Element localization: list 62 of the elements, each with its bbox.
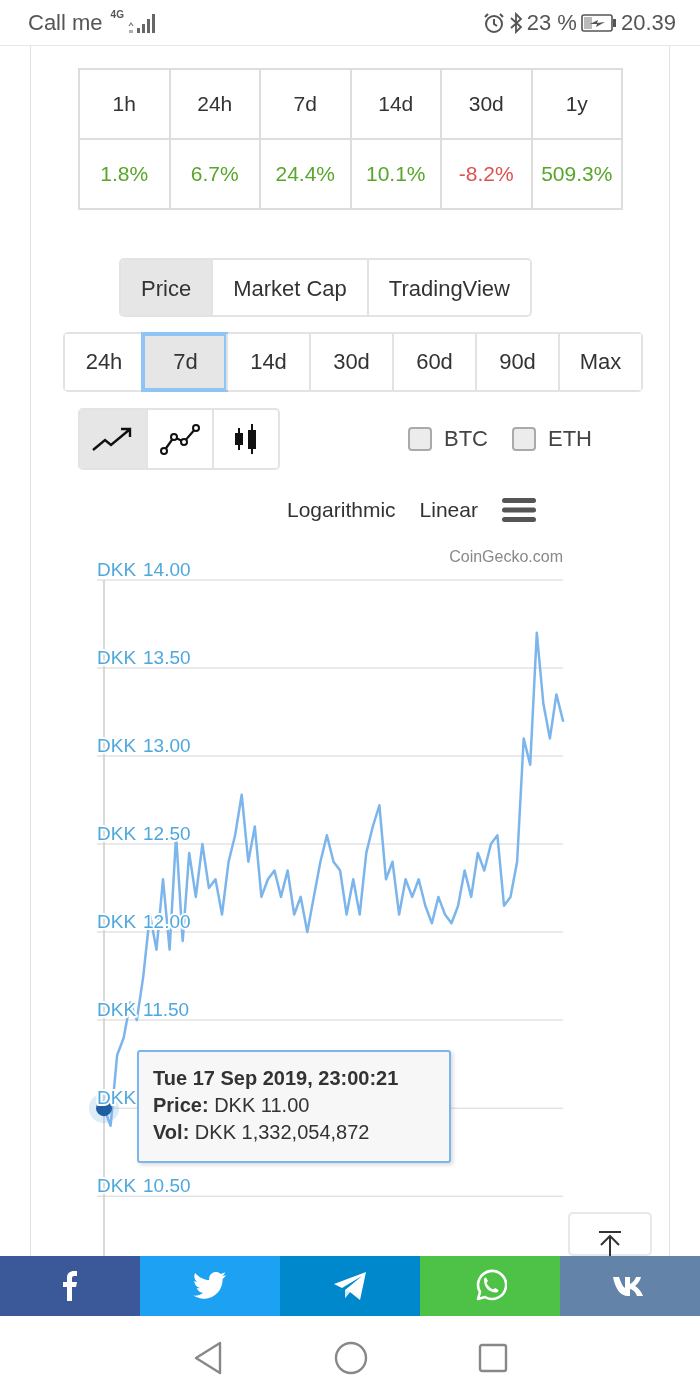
arrow-up-bar-icon bbox=[598, 1230, 622, 1256]
table-cell: 24.4% bbox=[261, 140, 352, 210]
scale-option[interactable]: Linear bbox=[419, 498, 478, 522]
table-header-cell: 30d bbox=[442, 70, 533, 140]
share-button[interactable] bbox=[140, 1256, 280, 1316]
checkbox-label: ETH bbox=[548, 426, 592, 452]
axis-unit-label: DKK bbox=[97, 823, 137, 845]
table-header-cell: 14d bbox=[351, 70, 442, 140]
signal-icon bbox=[127, 12, 158, 33]
tooltip-line: Vol: DKK 1,332,054,872 bbox=[153, 1120, 371, 1145]
back-button[interactable] bbox=[192, 1341, 224, 1375]
alarm-clock-icon bbox=[482, 11, 505, 34]
line-markers-icon bbox=[159, 422, 201, 456]
carrier-name: Call me bbox=[28, 9, 103, 36]
axis-tick-label: 14.00 bbox=[143, 559, 191, 580]
battery-icon bbox=[580, 13, 617, 32]
axis-tick-label: 11.50 bbox=[143, 999, 190, 1021]
table-header-cell: 1h bbox=[80, 70, 171, 140]
tooltip-line: Price: DKK 11.00 bbox=[153, 1093, 311, 1118]
clock-time: 20.39 bbox=[620, 9, 676, 36]
table-header-cell: 24h bbox=[170, 70, 261, 140]
chart-type-button[interactable] bbox=[212, 410, 278, 468]
table-header-cell: 7d bbox=[261, 70, 352, 140]
battery-percent: 23 % bbox=[526, 9, 577, 36]
checkbox[interactable] bbox=[408, 427, 432, 451]
recents-button[interactable] bbox=[478, 1343, 508, 1373]
share-button[interactable] bbox=[280, 1256, 420, 1316]
scroll-top-button[interactable] bbox=[568, 1212, 652, 1256]
axis-tick-label: 13.00 bbox=[143, 735, 191, 757]
table-cell: -8.2% bbox=[442, 140, 533, 210]
table-cell: 1.8% bbox=[80, 140, 171, 210]
table-cell: 509.3% bbox=[532, 140, 623, 210]
share-button[interactable] bbox=[0, 1256, 140, 1316]
chart-tab[interactable]: Price bbox=[121, 260, 212, 315]
axis-tick-label: 12.50 bbox=[143, 823, 191, 845]
checkbox[interactable] bbox=[512, 427, 536, 451]
axis-unit-label: DKK bbox=[97, 735, 137, 757]
bluetooth-icon bbox=[508, 11, 523, 34]
home-button[interactable] bbox=[334, 1341, 368, 1375]
tooltip-line: Tue 17 Sep 2019, 23:00:21 bbox=[153, 1066, 400, 1091]
menu-icon[interactable] bbox=[501, 497, 536, 523]
table-header-cell: 1y bbox=[532, 70, 623, 140]
chart-tab[interactable]: TradingView bbox=[366, 260, 530, 315]
table-cell: 6.7% bbox=[170, 140, 261, 210]
network-type: 4G bbox=[110, 9, 124, 20]
share-button[interactable] bbox=[560, 1256, 700, 1316]
chart-credit[interactable]: CoinGecko.com bbox=[449, 548, 563, 565]
chart-type-button[interactable] bbox=[80, 410, 146, 468]
checkbox-label: BTC bbox=[444, 426, 488, 452]
axis-unit-label: DKK bbox=[97, 911, 137, 933]
bird-icon bbox=[193, 1272, 227, 1300]
range-button[interactable]: 7d bbox=[143, 334, 226, 390]
axis-unit-label: DKK bbox=[97, 1175, 137, 1197]
axis-unit-label: DKK bbox=[97, 559, 137, 580]
letter-f-icon bbox=[62, 1271, 78, 1301]
range-button[interactable]: Max bbox=[558, 334, 641, 390]
axis-tick-label: 13.50 bbox=[143, 647, 191, 668]
scale-option[interactable]: Logarithmic bbox=[287, 498, 396, 522]
table-cell: 10.1% bbox=[351, 140, 442, 210]
paper-plane-icon bbox=[333, 1271, 367, 1301]
axis-unit-label: DKK bbox=[97, 647, 137, 668]
axis-tick-label: 10.50 bbox=[143, 1175, 191, 1197]
